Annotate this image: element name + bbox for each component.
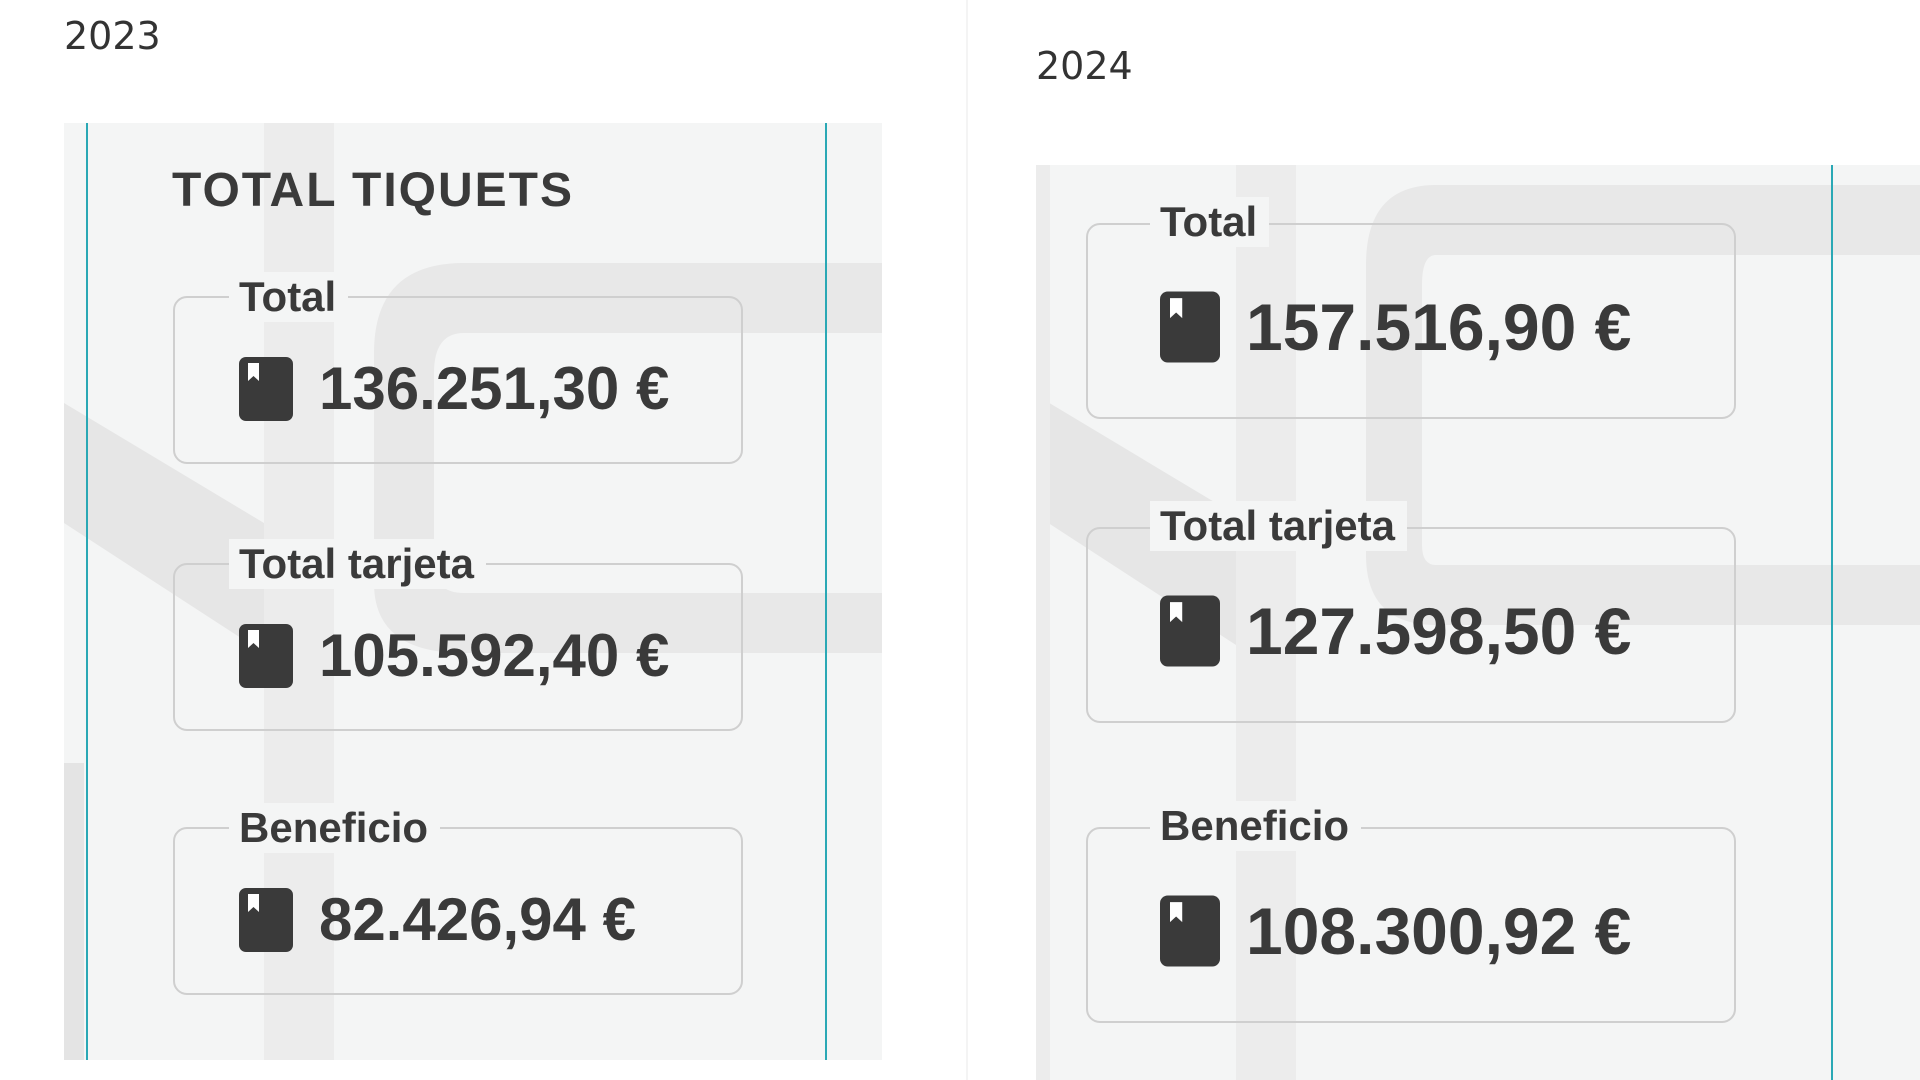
stat-label: Total tarjeta [229,539,486,589]
stat-value: 127.598,50 € [1246,594,1632,668]
stat-value: 157.516,90 € [1246,290,1632,364]
book-icon [239,624,293,688]
accent-line-right [825,123,827,1060]
stat-box-total-tarjeta: Total tarjeta 105.592,40 € [173,539,743,731]
year-label-2023: 2023 [64,14,161,58]
column-divider [966,0,968,1080]
stats-panel-2023: TOTAL TIQUETS Total 136.251,30 € Total t… [64,123,882,1060]
accent-line-right [1831,165,1833,1080]
book-icon [239,888,293,952]
stat-value: 105.592,40 € [319,622,670,689]
stat-label: Total tarjeta [1150,501,1407,551]
screen: 2023 TOTAL TIQUETS Total 136.251,30 € To… [0,0,1920,1080]
stat-label: Beneficio [229,803,441,853]
stat-label: Beneficio [1150,801,1362,851]
stat-box-beneficio: Beneficio 82.426,94 € [173,803,743,995]
book-icon [239,357,293,421]
stat-label: Total [1150,197,1270,247]
stat-box-total: Total 157.516,90 € [1086,197,1736,419]
stat-box-beneficio: Beneficio 108.300,92 € [1086,801,1736,1023]
stat-label: Total [229,272,349,322]
stat-box-total: Total 136.251,30 € [173,272,743,464]
book-icon [1160,595,1220,667]
book-icon [1160,291,1220,363]
stat-value: 108.300,92 € [1246,894,1632,968]
panel-heading: TOTAL TIQUETS [172,164,575,217]
year-label-2024: 2024 [1036,44,1133,88]
stat-value: 82.426,94 € [319,886,636,953]
stat-value: 136.251,30 € [319,355,670,422]
stats-panel-2024: Total 157.516,90 € Total tarjeta 127.598… [1036,165,1920,1080]
accent-line-left [86,123,88,1060]
stat-box-total-tarjeta: Total tarjeta 127.598,50 € [1086,501,1736,723]
book-icon [1160,895,1220,967]
